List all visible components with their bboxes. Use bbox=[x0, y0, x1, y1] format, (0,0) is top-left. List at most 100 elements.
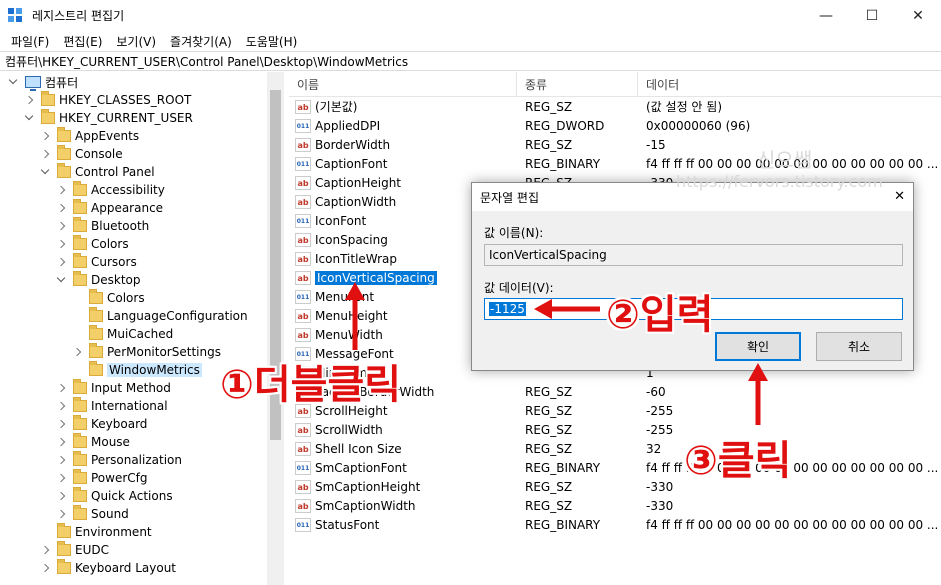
tree-item-label: Keyboard bbox=[91, 417, 148, 431]
tree-item-eudc[interactable]: EUDC bbox=[40, 541, 109, 559]
window-title: 레지스트리 편집기 bbox=[32, 9, 125, 23]
binary-value-icon: 011 bbox=[295, 289, 311, 304]
value-row[interactable]: 011 StatusFont REG_BINARY f4 ff ff ff 00 00… bbox=[289, 515, 938, 534]
menu-file[interactable]: 파일(F) bbox=[4, 33, 56, 50]
value-row[interactable]: 011 SmCaptionFont REG_BINARY f4 ff ff ff 00… bbox=[289, 458, 938, 477]
menu-help[interactable]: 도움말(H) bbox=[239, 33, 305, 50]
value-row[interactable]: 011 AppliedDPI REG_DWORD 0x00000060 (96) bbox=[289, 116, 938, 135]
menu-edit[interactable]: 편집(E) bbox=[56, 33, 109, 50]
cancel-button[interactable]: 취소 bbox=[816, 332, 902, 361]
tree-item-quick-actions[interactable]: Quick Actions bbox=[56, 487, 173, 505]
tree-item-label: Colors bbox=[91, 237, 129, 251]
value-name-cell: 011 AppliedDPI bbox=[289, 118, 517, 133]
value-row[interactable]: ab BorderWidth REG_SZ -15 bbox=[289, 135, 938, 154]
chevron-right-icon[interactable] bbox=[56, 491, 66, 501]
menu-favorites[interactable]: 즐겨찾기(A) bbox=[163, 33, 239, 50]
tree-item-control-panel[interactable]: Control Panel bbox=[40, 163, 155, 181]
chevron-right-icon[interactable] bbox=[56, 221, 66, 231]
chevron-right-icon[interactable] bbox=[56, 257, 66, 267]
value-name-text: Shell Icon Size bbox=[315, 441, 402, 456]
tree-item-appearance[interactable]: Appearance bbox=[56, 199, 163, 217]
chevron-right-icon[interactable] bbox=[56, 401, 66, 411]
string-value-icon: ab bbox=[295, 422, 311, 437]
chevron-down-icon[interactable] bbox=[8, 77, 18, 87]
chevron-right-icon[interactable] bbox=[56, 203, 66, 213]
column-header-type[interactable]: 종류 bbox=[517, 72, 638, 97]
folder-icon bbox=[73, 217, 87, 232]
tree-item-label: HKEY_CLASSES_ROOT bbox=[59, 93, 192, 107]
chevron-down-icon[interactable] bbox=[40, 167, 50, 177]
tree-item-permonitorsettings[interactable]: PerMonitorSettings bbox=[72, 343, 221, 361]
tree-item-label: Bluetooth bbox=[91, 219, 150, 233]
tree-item-hkcr[interactable]: HKEY_CLASSES_ROOT bbox=[24, 91, 191, 109]
tree-item-accessibility[interactable]: Accessibility bbox=[56, 181, 165, 199]
chevron-right-icon[interactable] bbox=[56, 509, 66, 519]
folder-icon bbox=[73, 433, 87, 448]
value-name-text: IconSpacing bbox=[315, 232, 388, 247]
address-bar[interactable]: 컴퓨터\HKEY_CURRENT_USER\Control Panel\Desk… bbox=[0, 51, 941, 71]
tree-item-languageconfiguration[interactable]: LanguageConfiguration bbox=[89, 307, 248, 325]
chevron-right-icon[interactable] bbox=[72, 347, 82, 357]
key-tree-pane[interactable]: 컴퓨터 HKEY_CLASSES_ROOT HKEY_CURRENT_USER … bbox=[0, 72, 284, 585]
value-row[interactable]: ab ScrollWidth REG_SZ -255 bbox=[289, 420, 938, 439]
tree-item-keyboard-layout[interactable]: Keyboard Layout bbox=[40, 559, 176, 577]
chevron-right-icon[interactable] bbox=[56, 239, 66, 249]
chevron-right-icon[interactable] bbox=[40, 563, 50, 573]
tree-item-label: Sound bbox=[91, 507, 129, 521]
value-row[interactable]: ab (기본값) REG_SZ (값 설정 안 됨) bbox=[289, 97, 938, 116]
chevron-right-icon[interactable] bbox=[56, 437, 66, 447]
tree-item-label: Appearance bbox=[91, 201, 164, 215]
value-row[interactable]: ab SmCaptionHeight REG_SZ -330 bbox=[289, 477, 938, 496]
tree-item-environment[interactable]: Environment bbox=[57, 523, 152, 541]
tree-item-keyboard[interactable]: Keyboard bbox=[56, 415, 147, 433]
minimize-button[interactable]: — bbox=[803, 0, 849, 31]
tree-item-powercfg[interactable]: PowerCfg bbox=[56, 469, 148, 487]
tree-item-windowmetrics[interactable]: WindowMetrics bbox=[89, 361, 202, 379]
value-row[interactable]: ab Shell Icon Size REG_SZ 32 bbox=[289, 439, 938, 458]
tree-item-colors[interactable]: Colors bbox=[56, 235, 129, 253]
tree-item-desktop[interactable]: Desktop bbox=[56, 271, 141, 289]
tree-item-hkcu[interactable]: HKEY_CURRENT_USER bbox=[24, 109, 193, 127]
tree-item-muicached[interactable]: MuiCached bbox=[89, 325, 173, 343]
ok-button[interactable]: 확인 bbox=[715, 332, 801, 361]
tree-item-appevents[interactable]: AppEvents bbox=[40, 127, 139, 145]
value-name-text: MenuWidth bbox=[315, 327, 383, 342]
value-row[interactable]: 011 CaptionFont REG_BINARY f4 ff ff ff 00 0… bbox=[289, 154, 938, 173]
tree-item-cursors[interactable]: Cursors bbox=[56, 253, 137, 271]
chevron-right-icon[interactable] bbox=[24, 95, 34, 105]
chevron-right-icon[interactable] bbox=[56, 383, 66, 393]
tree-item-personalization[interactable]: Personalization bbox=[56, 451, 182, 469]
tree-item-console[interactable]: Console bbox=[40, 145, 123, 163]
chevron-right-icon[interactable] bbox=[56, 455, 66, 465]
tree-item-international[interactable]: International bbox=[56, 397, 168, 415]
value-row[interactable]: ab SmCaptionWidth REG_SZ -330 bbox=[289, 496, 938, 515]
folder-icon bbox=[89, 325, 103, 340]
menu-view[interactable]: 보기(V) bbox=[109, 33, 163, 50]
tree-item-mouse[interactable]: Mouse bbox=[56, 433, 130, 451]
column-header-name[interactable]: 이름 bbox=[289, 72, 517, 97]
tree-item-sound[interactable]: Sound bbox=[56, 505, 129, 523]
close-button[interactable]: ✕ bbox=[895, 0, 941, 31]
folder-icon bbox=[41, 91, 55, 106]
title-bar: 레지스트리 편집기 — ☐ ✕ bbox=[0, 0, 941, 31]
chevron-right-icon[interactable] bbox=[56, 473, 66, 483]
chevron-right-icon[interactable] bbox=[40, 545, 50, 555]
tree-item-bluetooth[interactable]: Bluetooth bbox=[56, 217, 149, 235]
tree-item-desktop-colors[interactable]: Colors bbox=[89, 289, 145, 307]
dialog-close-button[interactable]: ✕ bbox=[894, 189, 905, 204]
watermark-url: https://fervors.tistory.com bbox=[676, 172, 883, 191]
chevron-down-icon[interactable] bbox=[56, 275, 66, 285]
chevron-right-icon[interactable] bbox=[56, 185, 66, 195]
maximize-button[interactable]: ☐ bbox=[849, 0, 895, 31]
regedit-app-icon bbox=[8, 7, 24, 24]
column-header-data[interactable]: 데이터 bbox=[638, 72, 941, 97]
value-data-cell: -60 bbox=[646, 384, 666, 399]
tree-item-input-method[interactable]: Input Method bbox=[56, 379, 171, 397]
value-type-cell: REG_SZ bbox=[525, 99, 573, 114]
chevron-right-icon[interactable] bbox=[56, 419, 66, 429]
tree-item-computer[interactable]: 컴퓨터 bbox=[8, 73, 78, 91]
folder-icon bbox=[57, 127, 71, 142]
chevron-right-icon[interactable] bbox=[40, 149, 50, 159]
chevron-right-icon[interactable] bbox=[40, 131, 50, 141]
chevron-down-icon[interactable] bbox=[24, 113, 34, 123]
